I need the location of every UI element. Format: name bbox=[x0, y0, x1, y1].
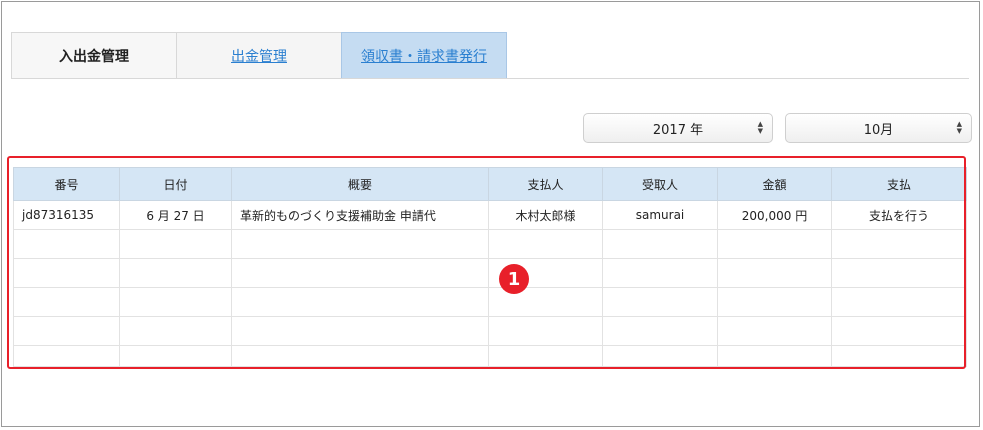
tab-receipt-invoice[interactable]: 領収書・請求書発行 bbox=[341, 32, 507, 78]
month-select-value: 10月 bbox=[863, 122, 894, 138]
tab-label: 入出金管理 bbox=[59, 48, 129, 65]
highlight-box bbox=[7, 156, 966, 369]
tab-deposit-withdrawal[interactable]: 入出金管理 bbox=[11, 32, 177, 78]
annotation-marker: 1 bbox=[499, 264, 529, 294]
tab-bar: 入出金管理 出金管理 領収書・請求書発行 bbox=[11, 32, 507, 78]
select-arrows-icon: ▲ ▼ bbox=[956, 120, 962, 135]
tab-label: 領収書・請求書発行 bbox=[361, 48, 487, 65]
tab-divider bbox=[11, 78, 969, 79]
tab-label: 出金管理 bbox=[231, 48, 287, 65]
year-select[interactable]: 2017 年 ▲ ▼ bbox=[583, 113, 773, 143]
month-select[interactable]: 10月 ▲ ▼ bbox=[785, 113, 972, 143]
select-arrows-icon: ▲ ▼ bbox=[757, 120, 763, 135]
year-select-value: 2017 年 bbox=[652, 122, 704, 138]
tab-withdrawal[interactable]: 出金管理 bbox=[176, 32, 342, 78]
